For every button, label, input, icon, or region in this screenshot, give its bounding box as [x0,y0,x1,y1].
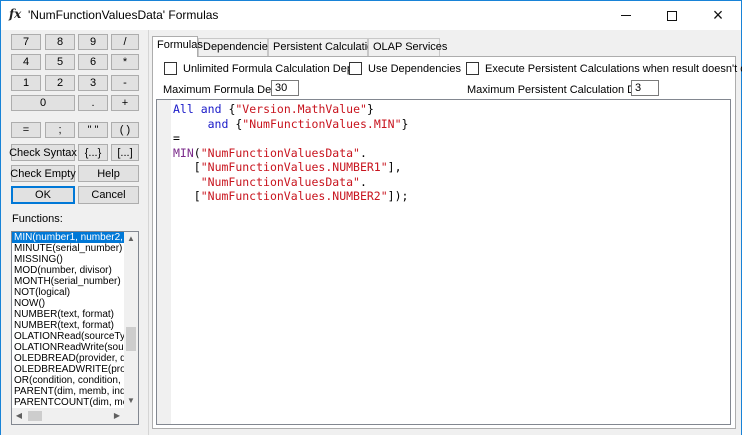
formula-token: "NumFunctionValuesData" [200,174,360,189]
functions-vertical-scrollbar[interactable]: ▲ ▼ [124,232,138,408]
functions-items: MIN(number1, number2, ...) MINUTE(serial… [12,232,124,408]
key-5[interactable]: 5 [45,54,75,70]
formula-token: and [200,102,222,116]
key-6[interactable]: 6 [78,54,108,70]
panel-divider [148,30,149,435]
key-parentheses[interactable]: ( ) [111,122,139,138]
help-button[interactable]: Help [78,165,139,182]
list-item[interactable]: OR(condition, condition, ...) [12,375,124,386]
scroll-thumb[interactable] [28,411,42,421]
list-item[interactable]: NUMBER(text, format) [12,309,124,320]
formula-token: MIN [173,145,194,160]
scroll-down-icon[interactable]: ▼ [124,396,138,405]
formulas-panel: Unlimited Formula Calculation Depth Use … [152,56,742,429]
brackets-button[interactable]: [...] [111,144,139,161]
formula-token: All [173,102,194,116]
list-item[interactable]: OLATIONRead(sourceType, ...) [12,331,124,342]
minimize-button[interactable] [603,1,649,30]
key-7[interactable]: 7 [11,34,41,50]
use-dependencies-checkbox[interactable]: Use Dependencies [349,62,461,75]
maximize-icon [667,10,677,21]
list-item[interactable]: NUMBER(text, format) [12,320,124,331]
dialog-client: 7 8 9 / 4 5 6 * 1 2 3 - 0 . + = ; " " ( … [1,30,742,435]
list-item[interactable]: OLATIONReadWrite(source...) [12,342,124,353]
key-0[interactable]: 0 [11,95,75,111]
title-bar: fx 'NumFunctionValuesData' Formulas × [1,1,741,30]
checkbox-box[interactable] [349,62,362,75]
list-item[interactable]: PARENT(dim, memb, index) [12,386,124,397]
key-9[interactable]: 9 [78,34,108,50]
key-minus[interactable]: - [111,75,139,91]
key-semicolon[interactable]: ; [45,122,75,138]
list-item[interactable]: NOW() [12,298,124,309]
key-divide[interactable]: / [111,34,139,50]
formula-token: "Version.MathValue" [235,102,367,116]
key-8[interactable]: 8 [45,34,75,50]
list-item[interactable]: OLEDBREADWRITE(provi...) [12,364,124,375]
unlimited-depth-label: Unlimited Formula Calculation Depth [183,62,363,75]
functions-label: Functions: [12,213,63,225]
tab-olap-services[interactable]: OLAP Services [368,38,447,56]
formulas-dialog: fx 'NumFunctionValuesData' Formulas × 7 … [0,0,742,435]
formula-token: "NumFunctionValuesData" [200,145,360,160]
cancel-button[interactable]: Cancel [78,186,139,204]
max-depth-input[interactable]: 30 [271,80,299,96]
editor-gutter [157,100,171,424]
list-item[interactable]: NOT(logical) [12,287,124,298]
scroll-up-icon[interactable]: ▲ [124,234,138,243]
minimize-icon [621,15,631,16]
close-icon: × [712,5,724,25]
window-title: 'NumFunctionValuesData' Formulas [28,8,219,22]
key-multiply[interactable]: * [111,54,139,70]
scroll-left-icon[interactable]: ◀ [12,411,26,420]
tab-dependencies[interactable]: Dependencies [198,38,273,56]
tab-formulas[interactable]: Formulas [152,36,203,57]
check-syntax-button[interactable]: Check Syntax [9,144,77,161]
checkbox-box[interactable] [164,62,177,75]
execute-persistent-label: Execute Persistent Calculations when res… [485,62,742,75]
list-item[interactable]: OLEDBREAD(provider, dat...) [12,353,124,364]
list-item[interactable]: MONTH(serial_number) [12,276,124,287]
tab-persistent-calculations[interactable]: Persistent Calculations [268,38,385,56]
key-decimal[interactable]: . [78,95,108,111]
list-item[interactable]: PARENTCOUNT(dim, mem...) [12,397,124,408]
execute-persistent-checkbox[interactable]: Execute Persistent Calculations when res… [466,62,742,75]
fx-icon: fx [9,7,22,21]
functions-horizontal-scrollbar[interactable]: ◀ ▶ [12,408,138,424]
checkbox-box[interactable] [466,62,479,75]
key-4[interactable]: 4 [11,54,41,70]
key-plus[interactable]: + [111,95,139,111]
key-2[interactable]: 2 [45,75,75,91]
scroll-thumb[interactable] [126,327,136,351]
key-1[interactable]: 1 [11,75,41,91]
check-empty-button[interactable]: Check Empty [10,165,76,182]
key-quotes[interactable]: " " [78,122,108,138]
scroll-right-icon[interactable]: ▶ [110,411,124,420]
formula-token: "NumFunctionValues.MIN" [242,116,402,131]
key-equals[interactable]: = [11,122,41,138]
close-button[interactable]: × [695,1,741,30]
list-item[interactable]: MISSING() [12,254,124,265]
maximize-button[interactable] [649,1,695,30]
formula-code[interactable]: All and {"Version.MathValue"} and {"NumF… [173,102,408,204]
functions-list[interactable]: MIN(number1, number2, ...) MINUTE(serial… [11,231,139,425]
ok-button[interactable]: OK [11,186,75,204]
use-dependencies-label: Use Dependencies [368,62,461,75]
braces-button[interactable]: {...} [78,144,108,161]
formula-token: "NumFunctionValues.NUMBER2" [200,189,388,203]
unlimited-depth-checkbox[interactable]: Unlimited Formula Calculation Depth [164,62,362,75]
key-3[interactable]: 3 [78,75,108,91]
formula-token: "NumFunctionValues.NUMBER1" [200,160,388,174]
list-item[interactable]: MIN(number1, number2, ...) [12,232,124,243]
list-item[interactable]: MOD(number, divisor) [12,265,124,276]
list-item[interactable]: MINUTE(serial_number) [12,243,124,254]
max-persistent-input[interactable]: 3 [631,80,659,96]
scrollbar-corner [124,408,138,424]
formula-editor[interactable]: All and {"Version.MathValue"} and {"NumF… [156,99,731,425]
formula-token: and [207,116,229,131]
